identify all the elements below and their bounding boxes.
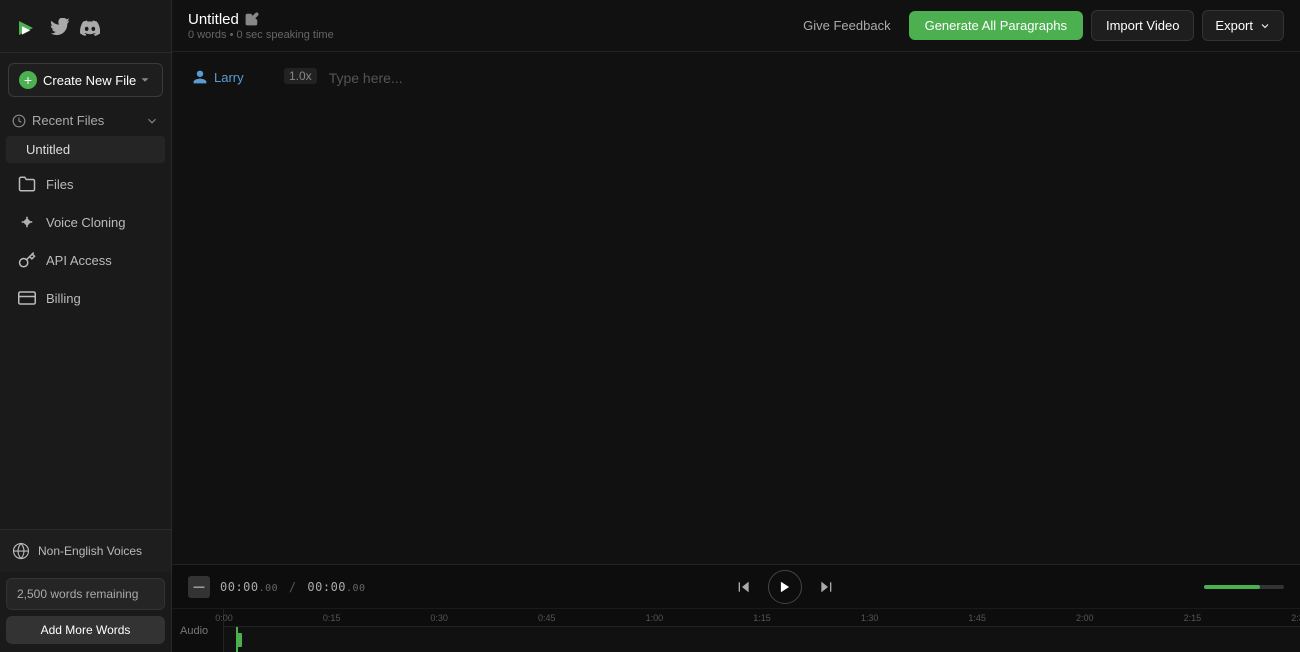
recent-file-item[interactable]: Untitled (6, 136, 165, 163)
import-video-button[interactable]: Import Video (1091, 10, 1194, 41)
add-words-label: Add More Words (41, 623, 131, 637)
current-time: 00:00.00 (220, 580, 286, 594)
wand-icon (18, 213, 36, 231)
ruler-label: 1:00 (646, 613, 664, 623)
edit-icon[interactable] (245, 12, 259, 26)
sidebar: ▶ + Create New File Recent Files (0, 0, 172, 652)
timeline-area: Audio 0:00 0:15 0:30 0:45 1:00 1:15 1:30 1:45 2:… (172, 609, 1300, 652)
time-separator: / (289, 580, 297, 594)
voice-name[interactable]: Larry (214, 70, 244, 85)
ruler-label: 2:00 (1076, 613, 1094, 623)
paragraph-row: Larry 1.0x Type here... (192, 68, 1280, 86)
sidebar-item-files[interactable]: Files (6, 166, 165, 202)
folder-icon (18, 175, 36, 193)
globe-icon (12, 542, 30, 560)
discord-icon[interactable] (80, 18, 100, 38)
document-title: Untitled (188, 11, 239, 28)
generate-all-paragraphs-button[interactable]: Generate All Paragraphs (909, 11, 1083, 40)
volume-bar[interactable] (1204, 585, 1284, 589)
speed-badge[interactable]: 1.0x (284, 68, 317, 84)
ruler-label: 0:45 (538, 613, 556, 623)
track-content (224, 627, 1300, 652)
ruler-ticks: 0:000:150:300:451:001:151:301:452:002:15… (224, 609, 1300, 627)
skip-back-icon (736, 579, 752, 595)
voice-indicator[interactable]: Larry (192, 68, 272, 85)
sidebar-header: ▶ (0, 0, 171, 53)
key-icon (18, 251, 36, 269)
header-right: Give Feedback Generate All Paragraphs Im… (793, 10, 1284, 41)
ruler-label: 0:00 (215, 613, 233, 623)
give-feedback-button[interactable]: Give Feedback (793, 12, 900, 39)
voice-person-icon (192, 69, 208, 85)
card-icon (18, 289, 36, 307)
non-english-label: Non-English Voices (38, 544, 142, 558)
sidebar-item-api-access[interactable]: API Access (6, 242, 165, 278)
ruler-label: 2:15 (1184, 613, 1202, 623)
ruler-label: 2:30 (1291, 613, 1300, 623)
billing-label: Billing (46, 291, 81, 306)
mute-button[interactable]: — (188, 576, 210, 598)
plus-icon: + (19, 71, 37, 89)
words-remaining-text: 2,500 words remaining (17, 587, 138, 601)
total-time: 00:00.00 (307, 580, 365, 594)
play-icon (778, 580, 792, 594)
non-english-section: Non-English Voices (0, 529, 171, 572)
ruler-label: 1:45 (968, 613, 986, 623)
clock-icon (12, 114, 26, 128)
header-left: Untitled 0 words • 0 sec speaking time (188, 11, 334, 41)
play-button[interactable] (768, 570, 802, 604)
document-meta: 0 words • 0 sec speaking time (188, 29, 334, 41)
recent-file-name: Untitled (26, 142, 70, 157)
text-input-area[interactable]: Type here... (329, 68, 1280, 86)
chevron-down-icon (145, 114, 159, 128)
time-display: 00:00.00 / 00:00.00 (220, 580, 366, 594)
chevron-down-icon (138, 73, 152, 87)
header-title-row: Untitled (188, 11, 334, 28)
recent-files-header[interactable]: Recent Files (0, 107, 171, 134)
recent-files-label: Recent Files (32, 113, 104, 128)
logo: ▶ (12, 14, 40, 42)
create-btn-label: Create New File (43, 73, 136, 88)
non-english-voices-button[interactable]: Non-English Voices (10, 538, 161, 564)
export-button[interactable]: Export (1202, 10, 1284, 41)
files-label: Files (46, 177, 73, 192)
chevron-down-icon (1259, 20, 1271, 32)
create-new-file-button[interactable]: + Create New File (8, 63, 163, 97)
api-access-label: API Access (46, 253, 112, 268)
timeline-ruler[interactable]: 0:000:150:300:451:001:151:301:452:002:15… (224, 609, 1300, 652)
skip-back-button[interactable] (730, 573, 758, 601)
bottom-controls: — 00:00.00 / 00:00.00 (172, 564, 1300, 652)
skip-forward-button[interactable] (812, 573, 840, 601)
voice-cloning-label: Voice Cloning (46, 215, 126, 230)
audio-track-label: Audio (180, 625, 208, 637)
placeholder-text[interactable]: Type here... (329, 70, 403, 86)
header: Untitled 0 words • 0 sec speaking time G… (172, 0, 1300, 52)
playhead (236, 627, 238, 652)
volume-slider-area[interactable] (1204, 585, 1284, 589)
skip-forward-icon (818, 579, 834, 595)
volume-fill (1204, 585, 1260, 589)
recent-files-header-left: Recent Files (12, 113, 104, 128)
sidebar-item-voice-cloning[interactable]: Voice Cloning (6, 204, 165, 240)
sidebar-item-billing[interactable]: Billing (6, 280, 165, 316)
ruler-label: 1:30 (861, 613, 879, 623)
words-remaining-box: 2,500 words remaining (6, 578, 165, 610)
ruler-label: 0:30 (430, 613, 448, 623)
transport-bar: — 00:00.00 / 00:00.00 (172, 565, 1300, 609)
ruler-label: 1:15 (753, 613, 771, 623)
svg-text:▶: ▶ (21, 25, 31, 36)
ruler-label: 0:15 (323, 613, 341, 623)
twitter-icon[interactable] (50, 18, 70, 38)
editor-area[interactable]: Larry 1.0x Type here... (172, 52, 1300, 564)
main-content: Untitled 0 words • 0 sec speaking time G… (172, 0, 1300, 652)
add-more-words-button[interactable]: Add More Words (6, 616, 165, 644)
